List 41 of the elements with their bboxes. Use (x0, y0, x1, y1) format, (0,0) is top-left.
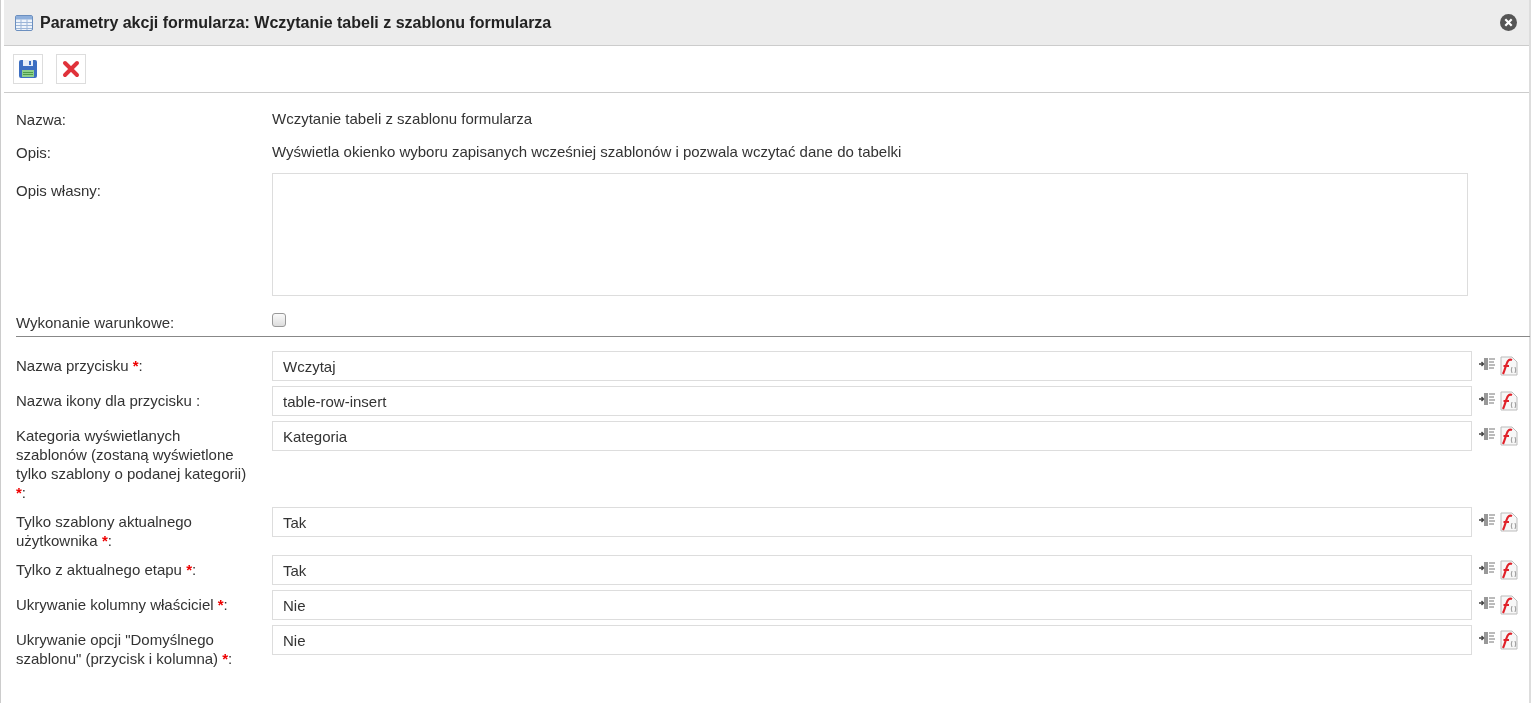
function-icon[interactable] (1499, 356, 1518, 376)
text-input[interactable]: Wczytaj (272, 351, 1472, 381)
field-label: Tylko z aktualnego etapu *: (16, 560, 198, 579)
text-input[interactable]: table-row-insert (272, 386, 1472, 416)
indent-list-icon[interactable] (1479, 357, 1495, 371)
field-label: Nazwa: (16, 110, 68, 129)
indent-list-icon[interactable] (1479, 596, 1495, 610)
text-input[interactable]: Kategoria (272, 421, 1472, 451)
field-label: Opis własny: (16, 181, 103, 200)
function-icon[interactable] (1499, 560, 1518, 580)
indent-list-icon[interactable] (1479, 427, 1495, 441)
x-icon (62, 60, 80, 78)
indent-list-icon[interactable] (1479, 631, 1495, 645)
cancel-button[interactable] (56, 54, 86, 84)
function-icon[interactable] (1499, 391, 1518, 411)
text-input[interactable]: Tak (272, 555, 1472, 585)
function-icon[interactable] (1499, 630, 1518, 650)
field-label: Wykonanie warunkowe: (16, 312, 176, 332)
field-label: Nazwa przycisku *: (16, 356, 144, 375)
save-button[interactable] (13, 54, 43, 84)
checkbox[interactable] (272, 313, 286, 327)
field-value: Wyświetla okienko wyboru zapisanych wcześniej szablonów i pozwala wczytać dane do tabelki (272, 142, 902, 160)
indent-list-icon[interactable] (1479, 561, 1495, 575)
field-label: Tylko szablony aktualnego użytkownika *: (16, 512, 193, 550)
field-label: Kategoria wyświetlanych szablonów (zostaną wyświetlone tylko szablony o podanej kategorii) *: (16, 426, 248, 502)
field-label: Nazwa ikony dla przycisku : (16, 391, 202, 410)
function-icon[interactable] (1499, 426, 1518, 446)
function-icon[interactable] (1499, 595, 1518, 615)
text-input[interactable]: Nie (272, 590, 1472, 620)
function-icon[interactable] (1499, 512, 1518, 532)
field-label: Ukrywanie kolumny właściciel *: (16, 595, 229, 614)
window-title: Parametry akcji formularza: Wczytanie tabeli z szablonu formularza (40, 13, 553, 32)
indent-list-icon[interactable] (1479, 392, 1495, 406)
text-input[interactable]: Nie (272, 625, 1472, 655)
close-icon[interactable] (1500, 14, 1517, 31)
field-label: Ukrywanie opcji "Domyślnego szablonu" (przycisk i kolumna) *: (16, 630, 234, 668)
text-input[interactable]: Tak (272, 507, 1472, 537)
field-label: Opis: (16, 143, 52, 162)
field-value: Wczytanie tabeli z szablonu formularza (272, 109, 533, 127)
table-icon (15, 14, 33, 31)
indent-list-icon[interactable] (1479, 513, 1495, 527)
